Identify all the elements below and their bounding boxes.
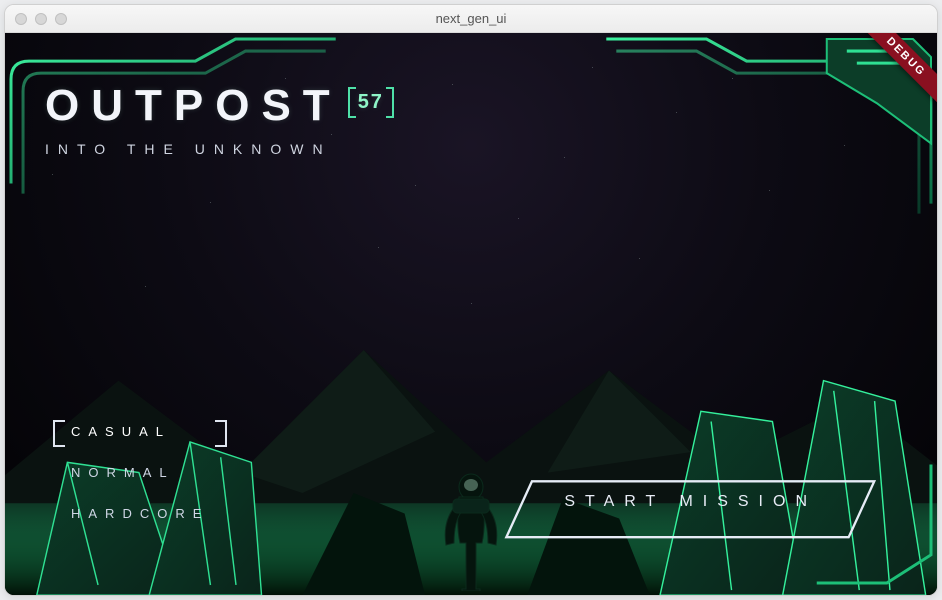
start-mission-button[interactable]: START MISSION — [504, 479, 877, 525]
game-stage: OUTPOST 57 INTO THE UNKNOWN CASUAL NORMA… — [5, 33, 937, 595]
start-mission-label: START MISSION — [564, 493, 817, 510]
minimize-dot-icon[interactable] — [35, 13, 47, 25]
start-mission-wrap: START MISSION — [504, 479, 877, 525]
app-window: next_gen_ui — [4, 4, 938, 596]
title-badge: 57 — [352, 89, 390, 116]
astronaut-art — [436, 471, 506, 591]
difficulty-menu: CASUAL NORMAL HARDCORE — [53, 420, 227, 525]
title-block: OUTPOST 57 INTO THE UNKNOWN — [45, 81, 390, 157]
close-dot-icon[interactable] — [15, 13, 27, 25]
game-title: OUTPOST — [45, 81, 342, 131]
difficulty-option-hardcore[interactable]: HARDCORE — [53, 502, 227, 525]
window-titlebar: next_gen_ui — [5, 5, 937, 33]
zoom-dot-icon[interactable] — [55, 13, 67, 25]
traffic-lights — [15, 13, 67, 25]
game-logo: OUTPOST 57 — [45, 81, 390, 131]
window-title: next_gen_ui — [5, 11, 937, 26]
difficulty-option-normal[interactable]: NORMAL — [53, 461, 227, 484]
difficulty-option-casual[interactable]: CASUAL — [53, 420, 227, 443]
game-subtitle: INTO THE UNKNOWN — [45, 141, 390, 157]
